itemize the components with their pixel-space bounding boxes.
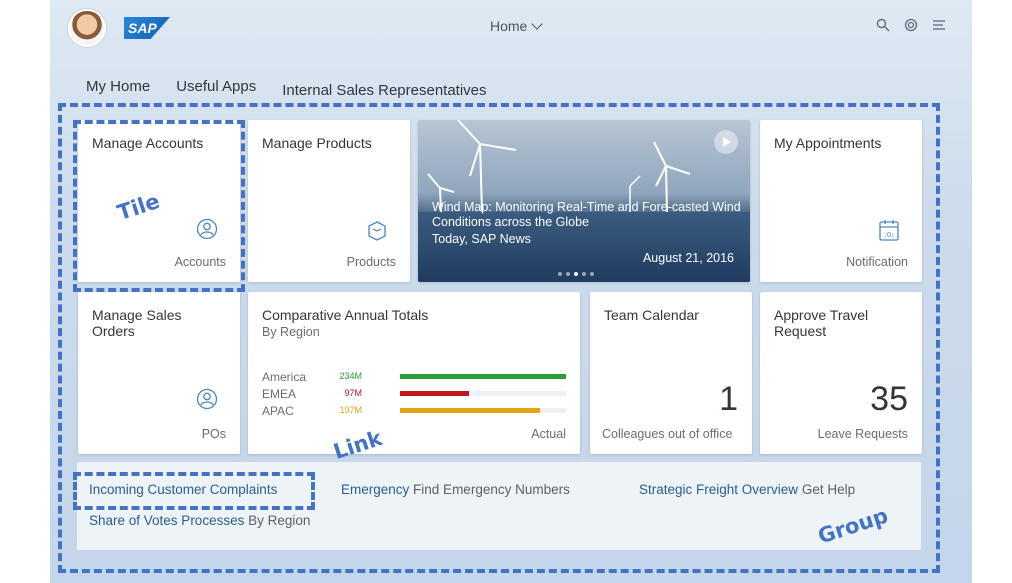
link-outline: [73, 472, 315, 510]
chevron-down-icon: [531, 17, 544, 30]
home-menu[interactable]: Home: [490, 17, 544, 34]
shell-actions: [876, 18, 946, 32]
tab-my-home[interactable]: My Home: [86, 78, 150, 99]
tab-useful-apps[interactable]: Useful Apps: [176, 78, 256, 99]
group-tabs: My Home Useful Apps Internal Sales Repre…: [86, 78, 513, 99]
logo-text: SAP: [128, 20, 157, 36]
tab-internal-sales[interactable]: Internal Sales Representatives: [282, 82, 486, 99]
search-icon[interactable]: [876, 18, 890, 32]
sap-logo[interactable]: SAP: [124, 17, 170, 39]
copilot-icon[interactable]: [904, 18, 918, 32]
user-avatar[interactable]: [68, 9, 106, 47]
home-menu-label: Home: [490, 18, 528, 34]
notifications-icon[interactable]: [932, 18, 946, 32]
shell-bar: SAP Home: [50, 0, 972, 54]
